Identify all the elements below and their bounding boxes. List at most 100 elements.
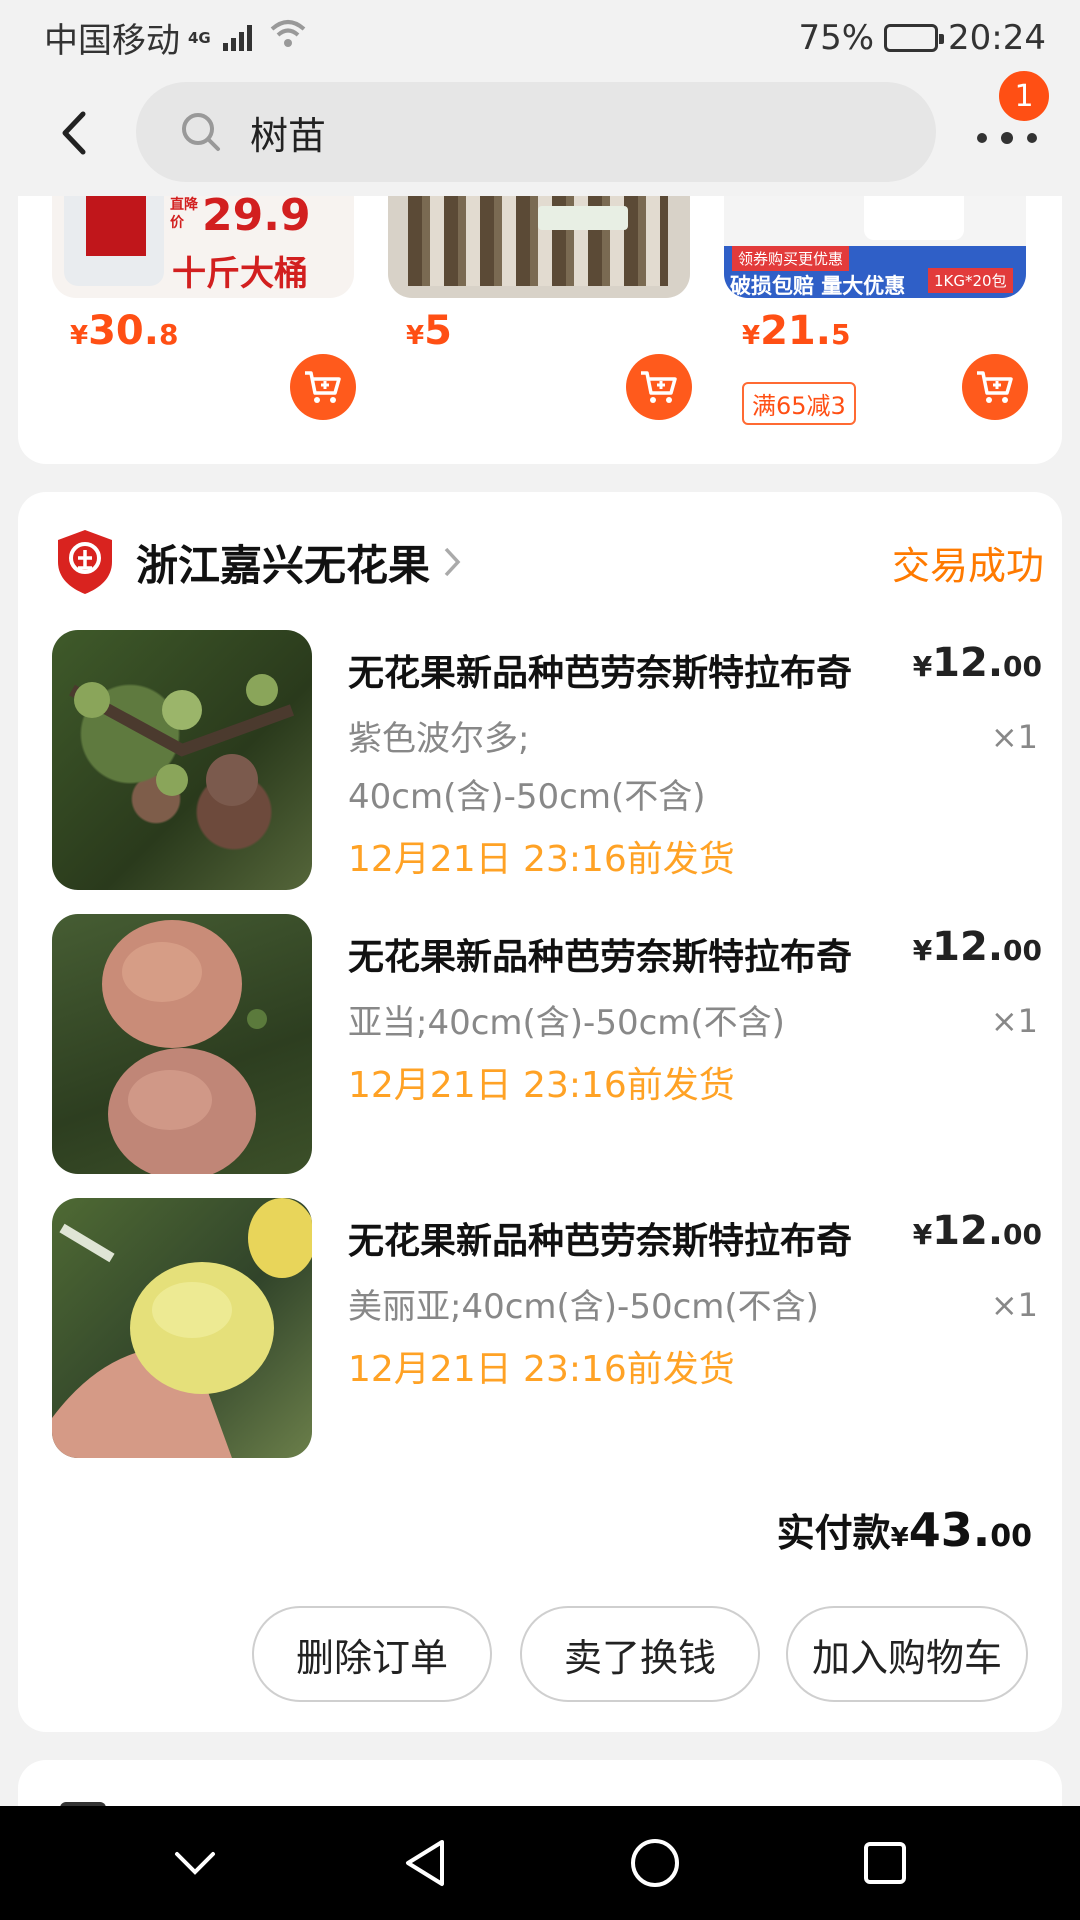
pack-label: 1KG*20包	[928, 268, 1013, 293]
total-paid: 实付款¥43.00	[777, 1502, 1032, 1557]
product-image: 领券购买更优惠 破损包赔 量大优惠 1KG*20包	[724, 196, 1026, 298]
ship-deadline: 12月21日 23:16前发货	[348, 1349, 735, 1390]
collapse-button[interactable]	[155, 1823, 235, 1903]
back-button[interactable]	[44, 103, 104, 163]
product-thumbnail	[52, 630, 312, 890]
search-icon	[182, 113, 220, 151]
nav-recents-button[interactable]	[845, 1823, 925, 1903]
order-status: 交易成功	[891, 543, 1044, 588]
add-to-cart-button[interactable]	[626, 354, 692, 420]
network-type: 4G	[188, 28, 211, 47]
price-int: 21.	[760, 308, 831, 354]
status-right: 75% 20:24	[798, 18, 1046, 58]
carrier-name: 中国移动	[44, 21, 180, 61]
item-title: 无花果新品种芭劳奈斯特拉布奇	[348, 653, 853, 694]
total-int: 43.	[908, 1503, 991, 1557]
item-quantity: ×1	[990, 1286, 1038, 1324]
spec-line: 紫色波尔多;	[348, 719, 530, 759]
product-thumbnail	[52, 1198, 312, 1458]
spec-line: 美丽亚;40cm(含)-50cm(不含)	[348, 1287, 819, 1327]
status-bar: 中国移动 4G 75% 20:24	[0, 0, 1080, 75]
image-slogan: 破损包赔 量大优惠	[730, 274, 906, 298]
clock: 20:24	[948, 17, 1046, 58]
header: 树苗	[0, 78, 1080, 188]
recommend-price: ¥21.5	[742, 308, 850, 354]
square-recents-icon	[864, 1842, 906, 1884]
product-thumbnail	[52, 914, 312, 1174]
total-dec: 00	[990, 1519, 1032, 1554]
recommend-item[interactable]: 领券购买更优惠 破损包赔 量大优惠 1KG*20包 ¥21.5 满65减3	[724, 196, 1030, 464]
price-dec: 00	[1003, 1218, 1042, 1251]
recommend-item[interactable]: 直降价 29.9 十斤大桶 ¥30.8	[52, 196, 358, 464]
add-to-cart-button[interactable]: 加入购物车	[786, 1606, 1028, 1702]
wifi-icon	[268, 18, 308, 58]
product-image	[388, 196, 690, 298]
item-title: 无花果新品种芭劳奈斯特拉布奇	[348, 937, 853, 978]
cart-icon	[641, 371, 677, 403]
promo-badge: 满65减3	[742, 382, 856, 425]
triangle-back-icon	[406, 1840, 444, 1886]
item-quantity: ×1	[990, 1002, 1038, 1040]
nav-home-button[interactable]	[615, 1823, 695, 1903]
battery-percent: 75%	[798, 17, 875, 58]
price-currency: ¥	[70, 321, 89, 351]
battery-icon	[884, 23, 945, 52]
system-nav-bar	[0, 1806, 1080, 1920]
shop-name[interactable]: 浙江嘉兴无花果	[136, 532, 430, 593]
price-int: 30.	[88, 308, 159, 354]
item-price: ¥12.00	[913, 640, 1042, 686]
ship-deadline: 12月21日 23:16前发货	[348, 839, 735, 880]
chevron-left-icon	[62, 111, 86, 155]
notification-badge: 1	[996, 68, 1052, 124]
recommend-card: 直降价 29.9 十斤大桶 ¥30.8 ¥5 领券购买更优惠 破损包赔 量大优惠	[18, 196, 1062, 464]
item-spec: 紫色波尔多; 40cm(含)-50cm(不含)	[348, 710, 908, 826]
price-dec: 8	[158, 318, 179, 351]
order-item[interactable]: 无花果新品种芭劳奈斯特拉布奇 ¥12.00 亚当;40cm(含)-50cm(不含…	[52, 914, 1042, 1174]
price-currency: ¥	[912, 934, 933, 967]
promo-price-text: 29.9	[202, 196, 311, 241]
price-int: 12.	[932, 640, 1004, 686]
carrier-group: 中国移动 4G	[44, 13, 308, 62]
enterprise-shield-icon	[58, 530, 112, 594]
order-item[interactable]: 无花果新品种芭劳奈斯特拉布奇 ¥12.00 紫色波尔多; 40cm(含)-50c…	[52, 630, 1042, 890]
order-card: 浙江嘉兴无花果 交易成功 无花果新品种芭劳奈斯特拉布奇 ¥12.00 紫色波尔多…	[18, 492, 1062, 1732]
order-item[interactable]: 无花果新品种芭劳奈斯特拉布奇 ¥12.00 美丽亚;40cm(含)-50cm(不…	[52, 1198, 1042, 1458]
item-spec: 美丽亚;40cm(含)-50cm(不含)	[348, 1278, 908, 1336]
recommend-item[interactable]: ¥5	[388, 196, 694, 464]
chevron-down-icon	[175, 1852, 215, 1875]
spec-line: 亚当;40cm(含)-50cm(不含)	[348, 1003, 785, 1043]
recommend-price: ¥30.8	[70, 308, 178, 354]
price-dec: 00	[1003, 934, 1042, 967]
cart-icon	[305, 371, 341, 403]
chevron-right-icon	[444, 547, 461, 577]
nav-back-button[interactable]	[385, 1823, 465, 1903]
item-quantity: ×1	[990, 718, 1038, 756]
price-dec: 5	[830, 318, 851, 351]
price-currency: ¥	[742, 321, 761, 351]
item-spec: 亚当;40cm(含)-50cm(不含)	[348, 994, 908, 1052]
spec-line: 40cm(含)-50cm(不含)	[348, 777, 706, 817]
resell-button[interactable]: 卖了换钱	[520, 1606, 760, 1702]
recommend-price: ¥5	[406, 308, 452, 354]
delete-order-button[interactable]: 删除订单	[252, 1606, 492, 1702]
product-image: 直降价 29.9 十斤大桶	[52, 196, 354, 298]
shop-row[interactable]: 浙江嘉兴无花果 交易成功	[54, 524, 1044, 600]
total-label: 实付款	[776, 1511, 891, 1555]
price-tag-label: 直降价	[170, 197, 198, 231]
price-int: 5	[424, 308, 452, 354]
promo-caption: 十斤大桶	[172, 254, 308, 294]
add-to-cart-button[interactable]	[290, 354, 356, 420]
total-currency: ¥	[890, 1523, 909, 1553]
add-to-cart-button[interactable]	[962, 354, 1028, 420]
circle-home-icon	[631, 1839, 679, 1887]
item-price: ¥12.00	[913, 1208, 1042, 1254]
price-currency: ¥	[912, 650, 933, 683]
coupon-label: 领券购买更优惠	[732, 246, 850, 271]
search-bar[interactable]: 树苗	[136, 82, 936, 182]
search-query: 树苗	[250, 113, 327, 158]
item-price: ¥12.00	[913, 924, 1042, 970]
item-title: 无花果新品种芭劳奈斯特拉布奇	[348, 1221, 853, 1262]
signal-icon	[222, 24, 252, 51]
ship-deadline: 12月21日 23:16前发货	[348, 1065, 735, 1106]
bottle-shape	[64, 196, 164, 286]
